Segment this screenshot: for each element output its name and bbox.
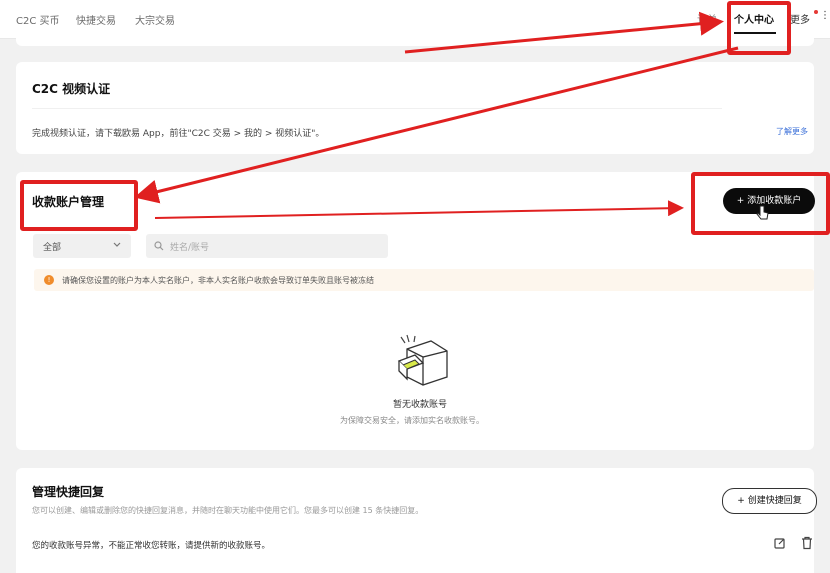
- annotation-arrows: [134, 11, 739, 219]
- arrow-to-accounts-title: [134, 46, 739, 204]
- arrow-to-add-account: [154, 200, 684, 219]
- arrow-to-personal-center: [404, 11, 724, 54]
